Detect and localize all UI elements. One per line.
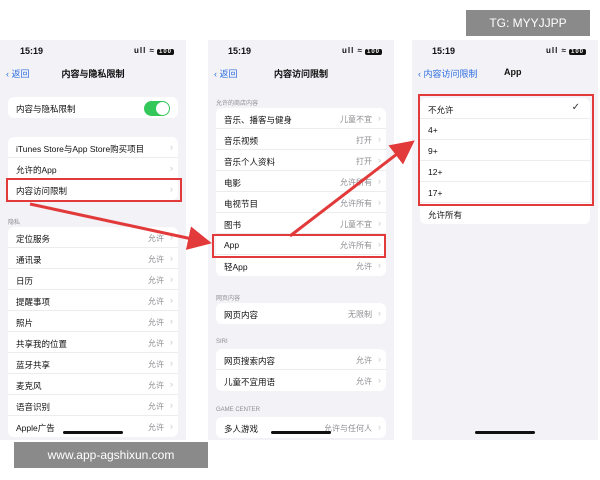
arrows-overlay <box>29 140 415 250</box>
arrow-to-app <box>29 202 212 250</box>
arrow-to-ratings <box>289 140 415 238</box>
